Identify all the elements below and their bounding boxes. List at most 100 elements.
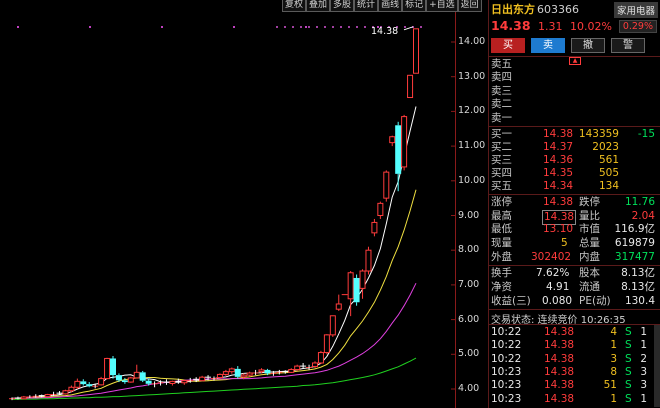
sell-button[interactable]: 卖: [531, 38, 565, 53]
stat-row: 外盘 302402 内盘 317477: [491, 251, 657, 264]
bid-label: 买二: [491, 141, 512, 153]
bid-label: 买三: [491, 154, 512, 166]
toolbar-button-3[interactable]: 统计: [354, 0, 379, 12]
ask-row: 卖五: [491, 58, 657, 71]
candle-body: [323, 334, 330, 354]
volume-ratio-label: 量比: [579, 210, 600, 222]
candle-body: [145, 380, 152, 384]
bid-price: 14.34: [543, 180, 574, 192]
candle-body: [228, 368, 235, 373]
tick-volume: 1: [610, 339, 617, 352]
bid-label: 买一: [491, 128, 512, 140]
price-change-pct: 10.02%: [570, 20, 612, 33]
y-tick-label: 12.00: [458, 105, 486, 117]
bid-row[interactable]: 买一 14.38 143359 -15: [491, 128, 657, 141]
toolbar-button-7[interactable]: 返回: [457, 0, 482, 12]
kline-chart[interactable]: 14.38 复权 叠加 多股 统计 画线 标记 +自选 返回 14.00 13.00 12.00 1…: [0, 0, 488, 408]
limit-down-value: 11.76: [624, 196, 655, 208]
candle-body: [383, 171, 390, 199]
industry-tag[interactable]: 家用电器: [613, 2, 658, 18]
total-volume-value: 619879: [614, 237, 655, 249]
candle-body: [80, 381, 87, 385]
stock-name[interactable]: 日出东方: [491, 3, 535, 16]
event-marker: [276, 26, 278, 28]
candle-body: [98, 378, 105, 386]
alert-button[interactable]: 警: [611, 38, 645, 53]
market-cap-label: 市值: [579, 223, 600, 235]
candle-body: [377, 202, 384, 216]
bid-row[interactable]: 买三 14.36 561: [491, 154, 657, 167]
candle-body: [329, 315, 336, 336]
stock-code: 603366: [537, 3, 579, 16]
candle-body: [347, 272, 354, 300]
bid-change: -15: [637, 128, 655, 140]
bid-row[interactable]: 买五 14.34 134: [491, 180, 657, 193]
price-change: 1.31: [538, 20, 563, 33]
ask-row: 卖一: [491, 112, 657, 125]
tick-price: 14.38: [544, 352, 575, 365]
high-label: 最高: [491, 210, 512, 222]
float-shares-label: 流通: [579, 281, 600, 293]
cancel-order-button[interactable]: 撤: [571, 38, 605, 53]
candle-body: [86, 384, 93, 387]
max-price-label: 14.38: [371, 26, 398, 37]
limit-up-value: 14.38: [543, 196, 574, 208]
tick-count: 1: [640, 339, 647, 352]
candle-body: [246, 372, 253, 376]
bid-volume: 2023: [592, 141, 619, 153]
divider: [489, 265, 660, 266]
bid-label: 买四: [491, 167, 512, 179]
bid-row[interactable]: 买四 14.35 505: [491, 167, 657, 180]
bid-label: 买五: [491, 180, 512, 192]
candle-body: [294, 365, 301, 371]
bid-row[interactable]: 买二 14.37 2023: [491, 141, 657, 154]
candle-body: [353, 277, 360, 303]
kline-canvas[interactable]: 14.38: [0, 0, 488, 408]
eps-label: 收益(三): [491, 295, 531, 307]
y-tick-label: 13.00: [458, 70, 486, 82]
event-marker: [305, 26, 307, 28]
event-marker: [17, 26, 19, 28]
stat-row: 净资 4.91 流通 8.13亿: [491, 281, 657, 294]
candle-body: [317, 352, 324, 364]
toolbar-button-5[interactable]: 标记: [402, 0, 427, 12]
event-marker: [404, 26, 406, 28]
stat-row: 最低 13.10 市值 116.9亿: [491, 223, 657, 236]
tick-volume: 3: [610, 352, 617, 365]
divider: [489, 56, 660, 57]
pe-label: PE(动): [579, 295, 611, 307]
net-assets-label: 净资: [491, 281, 512, 293]
event-marker: [364, 26, 366, 28]
candle-body: [407, 74, 414, 99]
toolbar-button-1[interactable]: 叠加: [306, 0, 331, 12]
toolbar-button-2[interactable]: 多股: [330, 0, 355, 12]
ma-line-MA5: [11, 106, 417, 399]
toolbar-button-6[interactable]: +自选: [426, 0, 458, 12]
divider: [489, 126, 660, 127]
equity-value: 8.13亿: [621, 267, 655, 279]
tick-time: 10:23: [491, 365, 522, 378]
candle-body: [20, 396, 27, 400]
stat-row: 换手 7.62% 股本 8.13亿: [491, 267, 657, 280]
candle-body: [288, 369, 295, 373]
limit-up-label: 涨停: [491, 196, 512, 208]
toolbar-button-4[interactable]: 画线: [378, 0, 403, 12]
candle-body: [133, 371, 140, 379]
tick-row: 10:23 14.38 8 S 3: [491, 366, 657, 378]
event-marker: [332, 26, 334, 28]
bid-price: 14.37: [543, 141, 574, 153]
event-marker: [233, 26, 235, 28]
inner-volume-label: 内盘: [579, 251, 600, 263]
toolbar-button-0[interactable]: 复权: [282, 0, 307, 12]
tick-side: S: [625, 352, 632, 365]
bid-volume: 561: [598, 154, 619, 166]
scrollbar[interactable]: [654, 325, 660, 407]
candle-body: [413, 28, 419, 74]
buy-button[interactable]: 买: [491, 38, 525, 53]
tick-row: 10:22 14.38 1 S 1: [491, 339, 657, 351]
event-marker: [348, 26, 350, 28]
net-assets-value: 4.91: [546, 281, 570, 293]
candle-body: [139, 372, 146, 381]
candle-body: [359, 270, 366, 289]
trade-buttons: 买 卖 撤 警: [491, 38, 645, 53]
